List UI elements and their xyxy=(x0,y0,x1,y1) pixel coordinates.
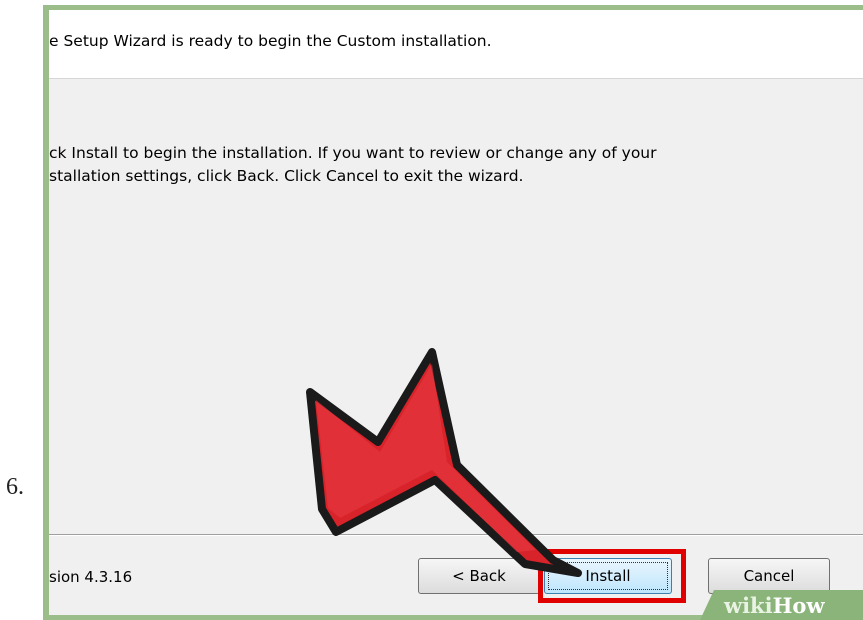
wikihow-watermark: wikiHow xyxy=(700,590,863,620)
watermark-how: How xyxy=(772,593,825,618)
watermark-wiki: wiki xyxy=(724,593,773,618)
step-number: 6. xyxy=(6,474,24,500)
instructions-line-1: ck Install to begin the installation. If… xyxy=(49,144,657,162)
back-button[interactable]: < Back xyxy=(418,558,540,594)
setup-wizard-dialog: e Setup Wizard is ready to begin the Cus… xyxy=(49,10,863,615)
header-text: e Setup Wizard is ready to begin the Cus… xyxy=(49,32,492,50)
instructions-text: ck Install to begin the installation. If… xyxy=(49,142,849,188)
watermark-text: wikiHow xyxy=(724,593,825,618)
install-highlight-box xyxy=(538,549,686,603)
instructions-line-2: stallation settings, click Back. Click C… xyxy=(49,167,524,185)
version-label: sion 4.3.16 xyxy=(49,568,133,586)
cancel-button[interactable]: Cancel xyxy=(708,558,830,594)
dialog-header: e Setup Wizard is ready to begin the Cus… xyxy=(49,10,863,79)
button-bar-separator xyxy=(49,534,863,536)
